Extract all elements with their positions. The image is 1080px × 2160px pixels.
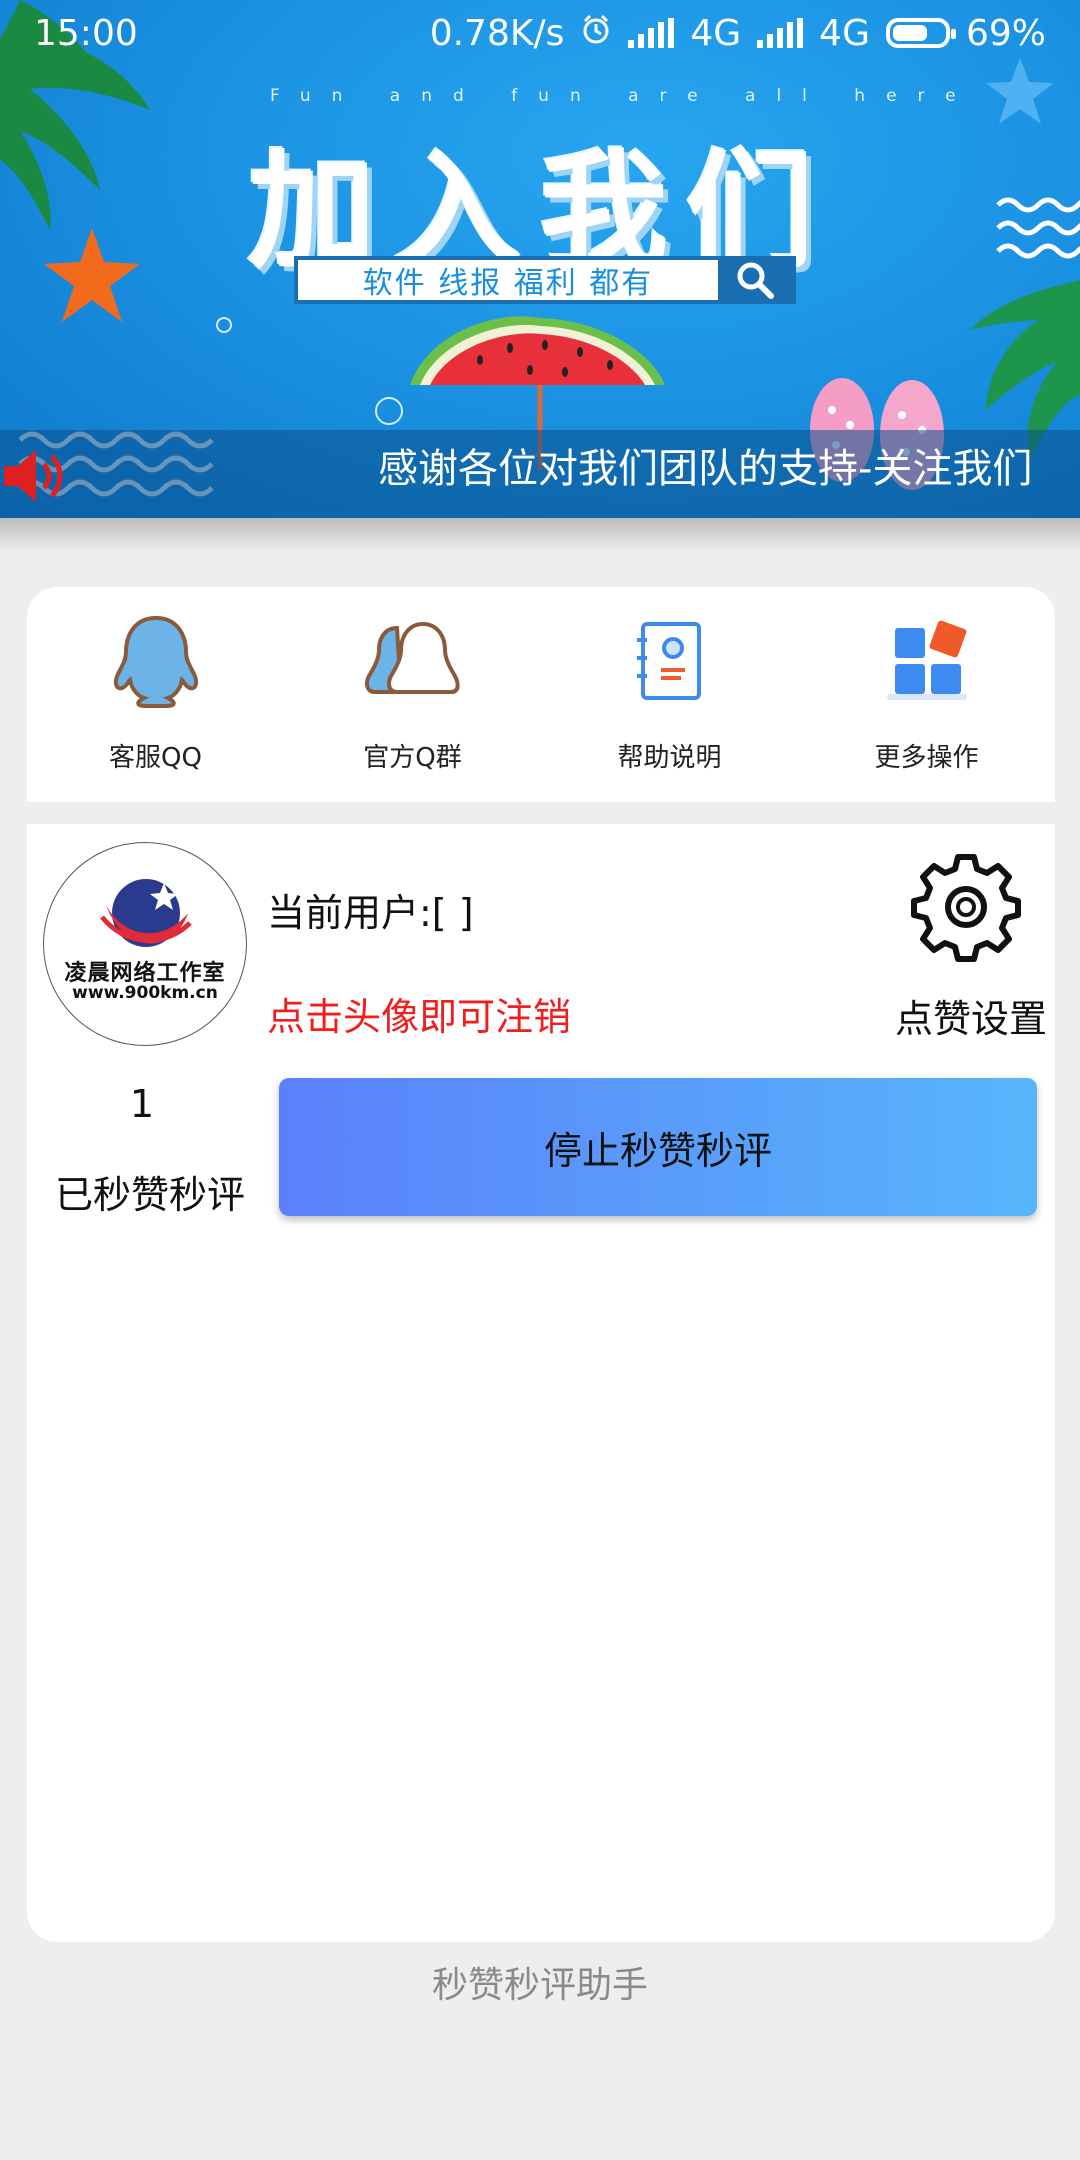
quick-action-qq-group[interactable]: 官方Q群 xyxy=(284,587,541,802)
qq-group-icon xyxy=(358,605,468,715)
banner-search-text: 软件 线报 福利 都有 xyxy=(298,260,718,301)
avatar-logo-url: www.900km.cn xyxy=(72,983,218,1003)
app-footer-title: 秒赞秒评助手 xyxy=(431,1965,648,2006)
network-type-2: 4G xyxy=(819,12,870,54)
search-icon xyxy=(718,260,792,300)
user-panel-card: 凌晨网络工作室 www.900km.cn 当前用户:[ ] 点击头像即可注销 点… xyxy=(27,824,1055,1942)
quick-action-label: 客服QQ xyxy=(109,743,202,773)
quick-action-label: 官方Q群 xyxy=(363,743,462,773)
marquee-text: 感谢各位对我们团队的支持-关注我们 xyxy=(378,446,1033,492)
battery-percent: 69% xyxy=(965,12,1046,54)
avatar[interactable]: 凌晨网络工作室 www.900km.cn xyxy=(43,842,247,1046)
speaker-icon xyxy=(0,442,72,510)
banner-search-box: 软件 线报 福利 都有 xyxy=(294,256,796,304)
quick-action-label: 更多操作 xyxy=(874,743,979,773)
quick-action-help[interactable]: 帮助说明 xyxy=(541,587,798,802)
banner-subtitle: Fun and fun are all here xyxy=(270,86,977,106)
starfish-light xyxy=(986,58,1054,124)
studio-logo xyxy=(100,879,192,947)
help-document-icon xyxy=(615,605,725,715)
battery-icon xyxy=(885,18,956,48)
status-bar: 15:00 0.78K/s 4G 4G 69% xyxy=(0,0,1080,66)
wave-lines xyxy=(996,197,1080,259)
signal-icon-2 xyxy=(757,18,804,48)
network-type-1: 4G xyxy=(690,12,742,54)
promo-banner[interactable]: 15:00 0.78K/s 4G 4G 69% Fun and fun are … xyxy=(0,0,1080,518)
alarm-icon xyxy=(580,13,612,54)
quick-action-more[interactable]: 更多操作 xyxy=(798,587,1055,802)
gear-icon[interactable] xyxy=(911,852,1021,962)
more-apps-icon xyxy=(872,605,982,715)
battery-fill xyxy=(892,25,928,41)
like-settings-button[interactable]: 点赞设置 xyxy=(895,988,1047,1043)
current-user-label: 当前用户:[ ] xyxy=(267,891,474,935)
liked-count-value: 1 xyxy=(129,1082,155,1126)
liked-count-label: 已秒赞秒评 xyxy=(55,1173,246,1217)
banner-shadow xyxy=(0,518,1080,552)
stop-auto-like-button[interactable]: 停止秒赞秒评 xyxy=(279,1078,1037,1216)
status-time: 15:00 xyxy=(34,12,138,54)
quick-actions-card: 客服QQ 官方Q群 帮助说明 更多操作 xyxy=(27,587,1055,802)
signal-icon xyxy=(628,18,675,48)
quick-action-qq-service[interactable]: 客服QQ xyxy=(27,587,284,802)
logout-hint: 点击头像即可注销 xyxy=(267,995,572,1039)
quick-action-label: 帮助说明 xyxy=(617,743,722,773)
starfish-orange xyxy=(44,228,140,322)
net-speed: 0.78K/s xyxy=(429,12,565,54)
qq-penguin-icon xyxy=(101,605,211,715)
